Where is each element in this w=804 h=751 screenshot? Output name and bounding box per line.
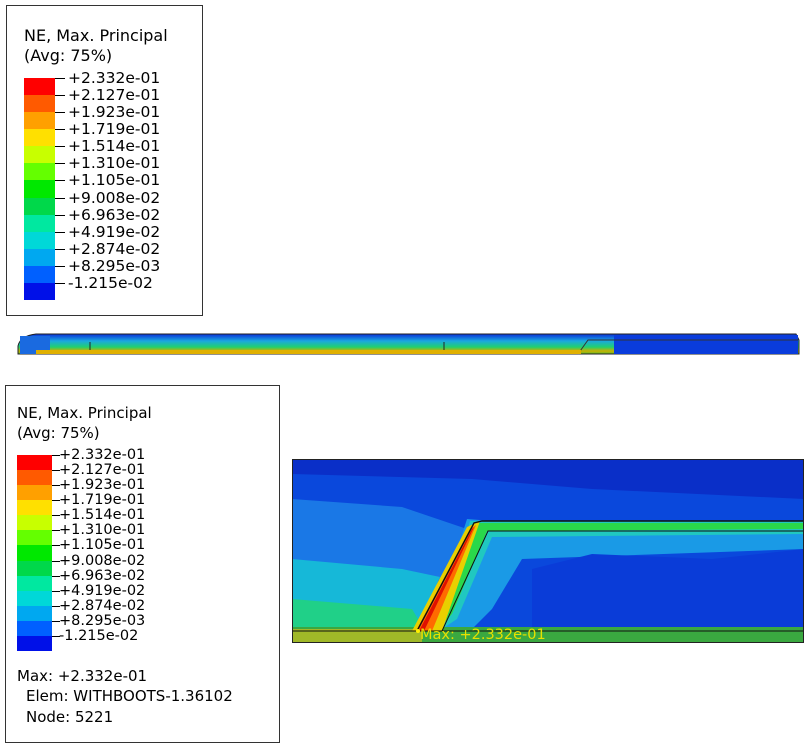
scale-value-label: +1.923e-01 <box>59 477 146 494</box>
scale-value-label: +9.008e-02 <box>59 552 146 569</box>
color-swatch <box>17 455 52 471</box>
overview-model <box>17 333 800 355</box>
scale-tick <box>55 112 65 114</box>
color-swatch <box>17 575 52 592</box>
legend-top: NE, Max. Principal (Avg: 75%) +2.332e-01… <box>6 5 203 316</box>
color-swatch <box>17 515 52 531</box>
color-swatch <box>17 545 52 562</box>
scale-value-label: +1.514e-01 <box>59 507 146 524</box>
color-swatch <box>17 590 52 607</box>
scale-tick <box>55 231 65 233</box>
scale-value-label: +1.719e-01 <box>59 492 146 509</box>
color-swatch <box>24 112 55 130</box>
scale-value-label: +2.127e-01 <box>59 462 146 479</box>
color-swatch <box>24 163 55 181</box>
color-swatch <box>17 605 52 622</box>
color-swatch <box>24 282 55 301</box>
color-swatch <box>24 95 55 113</box>
color-swatch <box>24 78 55 96</box>
scale-tick <box>55 248 65 250</box>
color-swatch <box>17 470 52 486</box>
scale-value-label: +6.963e-02 <box>68 205 161 224</box>
color-swatch <box>24 180 55 199</box>
scale-tick <box>55 129 65 131</box>
color-scale <box>24 78 55 301</box>
color-swatch <box>24 248 55 267</box>
scale-value-label: +1.514e-01 <box>68 137 161 156</box>
color-swatch <box>24 197 55 216</box>
color-swatch <box>17 635 52 652</box>
scale-value-label: +2.127e-01 <box>68 86 161 105</box>
legend-bottom: NE, Max. Principal (Avg: 75%) +2.332e-01… <box>5 385 280 743</box>
scale-value-label: +1.310e-01 <box>68 154 161 173</box>
scale-tick <box>55 265 65 267</box>
scale-tick <box>55 163 65 165</box>
scale-value-label: +8.295e-03 <box>68 256 161 275</box>
color-swatch <box>24 146 55 164</box>
legend-subtitle: (Avg: 75%) <box>17 424 100 442</box>
scale-tick <box>55 180 65 182</box>
max-element: Elem: WITHBOOTS-1.36102 <box>26 687 233 705</box>
scale-tick <box>55 78 65 79</box>
color-swatch <box>24 129 55 147</box>
scale-tick <box>55 282 65 284</box>
scale-value-label: +1.310e-01 <box>59 522 146 539</box>
scale-tick <box>55 95 65 97</box>
color-scale <box>17 455 52 652</box>
scale-value-label: +2.332e-01 <box>59 447 146 463</box>
color-swatch <box>17 620 52 637</box>
color-swatch <box>17 560 52 577</box>
scale-value-label: +4.919e-02 <box>68 222 161 241</box>
legend-title: NE, Max. Principal <box>24 26 168 45</box>
max-annotation: Max: +2.332e-01 <box>420 627 546 643</box>
color-swatch <box>17 500 52 516</box>
color-swatch <box>17 530 52 546</box>
scale-tick <box>55 146 65 148</box>
legend-subtitle: (Avg: 75%) <box>24 46 113 65</box>
scale-value-label: -1.215e-02 <box>68 273 153 292</box>
scale-value-label: +8.295e-03 <box>59 612 146 629</box>
scale-value-label: -1.215e-02 <box>59 627 139 644</box>
scale-value-label: +9.008e-02 <box>68 188 161 207</box>
scale-value-label: +6.963e-02 <box>59 567 146 584</box>
scale-value-label: +2.874e-02 <box>68 239 161 258</box>
max-value: Max: +2.332e-01 <box>17 667 148 685</box>
scale-value-label: +1.923e-01 <box>68 103 161 122</box>
color-swatch <box>24 214 55 233</box>
zoomed-contour-view <box>292 459 804 643</box>
color-swatch <box>24 231 55 250</box>
scale-value-label: +2.332e-01 <box>68 69 161 87</box>
max-node: Node: 5221 <box>26 708 114 726</box>
scale-value-label: +2.874e-02 <box>59 597 146 614</box>
scale-tick <box>55 214 65 216</box>
scale-value-label: +1.719e-01 <box>68 120 161 139</box>
scale-value-label: +4.919e-02 <box>59 582 146 599</box>
color-swatch <box>17 485 52 501</box>
color-swatch <box>24 265 55 284</box>
scale-value-label: +1.105e-01 <box>68 171 161 190</box>
legend-title: NE, Max. Principal <box>17 404 152 422</box>
scale-value-label: +1.105e-01 <box>59 537 146 554</box>
scale-tick <box>55 197 65 199</box>
